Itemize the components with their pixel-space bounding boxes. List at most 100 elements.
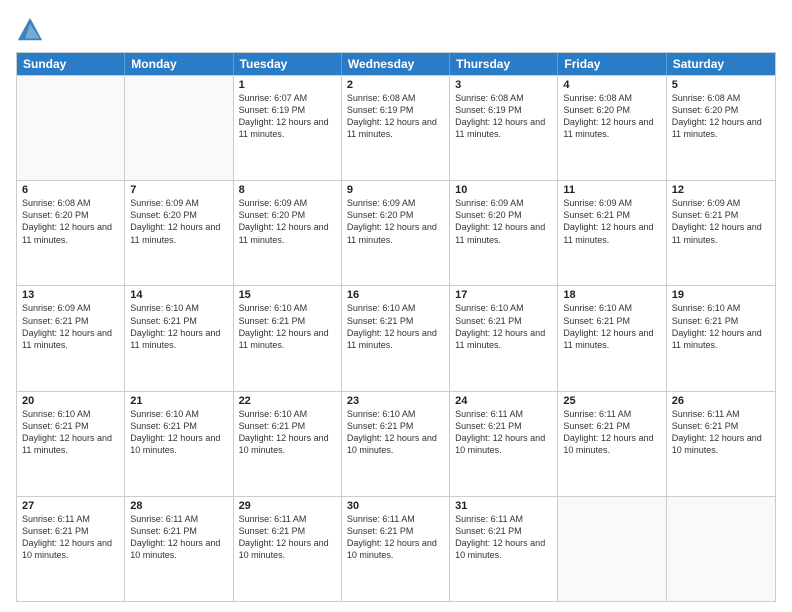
calendar-row-1: 6Sunrise: 6:08 AMSunset: 6:20 PMDaylight… xyxy=(17,180,775,285)
day-info: Sunrise: 6:10 AMSunset: 6:21 PMDaylight:… xyxy=(239,408,336,457)
day-number: 15 xyxy=(239,289,336,301)
day-info: Sunrise: 6:09 AMSunset: 6:20 PMDaylight:… xyxy=(239,197,336,246)
calendar-cell: 17Sunrise: 6:10 AMSunset: 6:21 PMDayligh… xyxy=(450,286,558,390)
header-day-monday: Monday xyxy=(125,53,233,75)
header-day-sunday: Sunday xyxy=(17,53,125,75)
day-number: 26 xyxy=(672,395,770,407)
day-info: Sunrise: 6:11 AMSunset: 6:21 PMDaylight:… xyxy=(22,513,119,562)
calendar-cell: 16Sunrise: 6:10 AMSunset: 6:21 PMDayligh… xyxy=(342,286,450,390)
calendar-header: SundayMondayTuesdayWednesdayThursdayFrid… xyxy=(17,53,775,75)
day-number: 11 xyxy=(563,184,660,196)
day-info: Sunrise: 6:08 AMSunset: 6:20 PMDaylight:… xyxy=(22,197,119,246)
calendar-row-0: 1Sunrise: 6:07 AMSunset: 6:19 PMDaylight… xyxy=(17,75,775,180)
calendar-cell: 7Sunrise: 6:09 AMSunset: 6:20 PMDaylight… xyxy=(125,181,233,285)
calendar-cell: 25Sunrise: 6:11 AMSunset: 6:21 PMDayligh… xyxy=(558,392,666,496)
header-day-thursday: Thursday xyxy=(450,53,558,75)
calendar-cell: 19Sunrise: 6:10 AMSunset: 6:21 PMDayligh… xyxy=(667,286,775,390)
day-number: 20 xyxy=(22,395,119,407)
day-info: Sunrise: 6:11 AMSunset: 6:21 PMDaylight:… xyxy=(672,408,770,457)
calendar-cell: 26Sunrise: 6:11 AMSunset: 6:21 PMDayligh… xyxy=(667,392,775,496)
day-number: 5 xyxy=(672,79,770,91)
calendar-cell: 31Sunrise: 6:11 AMSunset: 6:21 PMDayligh… xyxy=(450,497,558,601)
calendar-cell: 23Sunrise: 6:10 AMSunset: 6:21 PMDayligh… xyxy=(342,392,450,496)
day-info: Sunrise: 6:09 AMSunset: 6:21 PMDaylight:… xyxy=(672,197,770,246)
calendar-cell: 24Sunrise: 6:11 AMSunset: 6:21 PMDayligh… xyxy=(450,392,558,496)
day-info: Sunrise: 6:11 AMSunset: 6:21 PMDaylight:… xyxy=(347,513,444,562)
day-number: 25 xyxy=(563,395,660,407)
day-info: Sunrise: 6:09 AMSunset: 6:20 PMDaylight:… xyxy=(347,197,444,246)
calendar-cell: 30Sunrise: 6:11 AMSunset: 6:21 PMDayligh… xyxy=(342,497,450,601)
day-number: 18 xyxy=(563,289,660,301)
day-number: 2 xyxy=(347,79,444,91)
day-info: Sunrise: 6:09 AMSunset: 6:21 PMDaylight:… xyxy=(22,302,119,351)
day-number: 16 xyxy=(347,289,444,301)
day-number: 21 xyxy=(130,395,227,407)
header-day-wednesday: Wednesday xyxy=(342,53,450,75)
calendar-cell xyxy=(17,76,125,180)
day-number: 12 xyxy=(672,184,770,196)
calendar-cell: 28Sunrise: 6:11 AMSunset: 6:21 PMDayligh… xyxy=(125,497,233,601)
calendar-cell: 15Sunrise: 6:10 AMSunset: 6:21 PMDayligh… xyxy=(234,286,342,390)
day-number: 10 xyxy=(455,184,552,196)
day-info: Sunrise: 6:10 AMSunset: 6:21 PMDaylight:… xyxy=(239,302,336,351)
calendar-row-2: 13Sunrise: 6:09 AMSunset: 6:21 PMDayligh… xyxy=(17,285,775,390)
calendar-cell: 3Sunrise: 6:08 AMSunset: 6:19 PMDaylight… xyxy=(450,76,558,180)
day-number: 7 xyxy=(130,184,227,196)
day-number: 8 xyxy=(239,184,336,196)
day-info: Sunrise: 6:11 AMSunset: 6:21 PMDaylight:… xyxy=(239,513,336,562)
day-info: Sunrise: 6:11 AMSunset: 6:21 PMDaylight:… xyxy=(563,408,660,457)
calendar-cell: 2Sunrise: 6:08 AMSunset: 6:19 PMDaylight… xyxy=(342,76,450,180)
day-number: 4 xyxy=(563,79,660,91)
page: SundayMondayTuesdayWednesdayThursdayFrid… xyxy=(0,0,792,612)
day-number: 14 xyxy=(130,289,227,301)
calendar-cell: 27Sunrise: 6:11 AMSunset: 6:21 PMDayligh… xyxy=(17,497,125,601)
calendar-cell: 29Sunrise: 6:11 AMSunset: 6:21 PMDayligh… xyxy=(234,497,342,601)
day-info: Sunrise: 6:10 AMSunset: 6:21 PMDaylight:… xyxy=(130,302,227,351)
day-number: 30 xyxy=(347,500,444,512)
day-number: 31 xyxy=(455,500,552,512)
calendar-cell: 18Sunrise: 6:10 AMSunset: 6:21 PMDayligh… xyxy=(558,286,666,390)
day-number: 9 xyxy=(347,184,444,196)
calendar: SundayMondayTuesdayWednesdayThursdayFrid… xyxy=(16,52,776,602)
calendar-cell xyxy=(125,76,233,180)
calendar-cell: 13Sunrise: 6:09 AMSunset: 6:21 PMDayligh… xyxy=(17,286,125,390)
header-day-saturday: Saturday xyxy=(667,53,775,75)
day-number: 13 xyxy=(22,289,119,301)
day-number: 6 xyxy=(22,184,119,196)
calendar-cell: 8Sunrise: 6:09 AMSunset: 6:20 PMDaylight… xyxy=(234,181,342,285)
calendar-cell: 6Sunrise: 6:08 AMSunset: 6:20 PMDaylight… xyxy=(17,181,125,285)
day-info: Sunrise: 6:08 AMSunset: 6:20 PMDaylight:… xyxy=(672,92,770,141)
header xyxy=(16,16,776,44)
header-day-friday: Friday xyxy=(558,53,666,75)
day-number: 22 xyxy=(239,395,336,407)
day-info: Sunrise: 6:09 AMSunset: 6:21 PMDaylight:… xyxy=(563,197,660,246)
day-number: 23 xyxy=(347,395,444,407)
day-info: Sunrise: 6:11 AMSunset: 6:21 PMDaylight:… xyxy=(130,513,227,562)
calendar-cell: 1Sunrise: 6:07 AMSunset: 6:19 PMDaylight… xyxy=(234,76,342,180)
logo xyxy=(16,16,46,44)
calendar-cell: 22Sunrise: 6:10 AMSunset: 6:21 PMDayligh… xyxy=(234,392,342,496)
calendar-cell: 5Sunrise: 6:08 AMSunset: 6:20 PMDaylight… xyxy=(667,76,775,180)
calendar-cell: 14Sunrise: 6:10 AMSunset: 6:21 PMDayligh… xyxy=(125,286,233,390)
day-number: 1 xyxy=(239,79,336,91)
day-number: 19 xyxy=(672,289,770,301)
calendar-cell: 9Sunrise: 6:09 AMSunset: 6:20 PMDaylight… xyxy=(342,181,450,285)
day-info: Sunrise: 6:08 AMSunset: 6:19 PMDaylight:… xyxy=(455,92,552,141)
calendar-cell: 11Sunrise: 6:09 AMSunset: 6:21 PMDayligh… xyxy=(558,181,666,285)
calendar-row-4: 27Sunrise: 6:11 AMSunset: 6:21 PMDayligh… xyxy=(17,496,775,601)
day-info: Sunrise: 6:08 AMSunset: 6:19 PMDaylight:… xyxy=(347,92,444,141)
calendar-row-3: 20Sunrise: 6:10 AMSunset: 6:21 PMDayligh… xyxy=(17,391,775,496)
day-info: Sunrise: 6:10 AMSunset: 6:21 PMDaylight:… xyxy=(22,408,119,457)
day-number: 3 xyxy=(455,79,552,91)
calendar-cell: 12Sunrise: 6:09 AMSunset: 6:21 PMDayligh… xyxy=(667,181,775,285)
day-info: Sunrise: 6:10 AMSunset: 6:21 PMDaylight:… xyxy=(347,302,444,351)
calendar-cell xyxy=(667,497,775,601)
day-number: 17 xyxy=(455,289,552,301)
day-number: 29 xyxy=(239,500,336,512)
calendar-cell: 4Sunrise: 6:08 AMSunset: 6:20 PMDaylight… xyxy=(558,76,666,180)
logo-icon xyxy=(16,16,44,44)
day-info: Sunrise: 6:10 AMSunset: 6:21 PMDaylight:… xyxy=(563,302,660,351)
day-info: Sunrise: 6:11 AMSunset: 6:21 PMDaylight:… xyxy=(455,408,552,457)
day-number: 28 xyxy=(130,500,227,512)
day-info: Sunrise: 6:10 AMSunset: 6:21 PMDaylight:… xyxy=(672,302,770,351)
